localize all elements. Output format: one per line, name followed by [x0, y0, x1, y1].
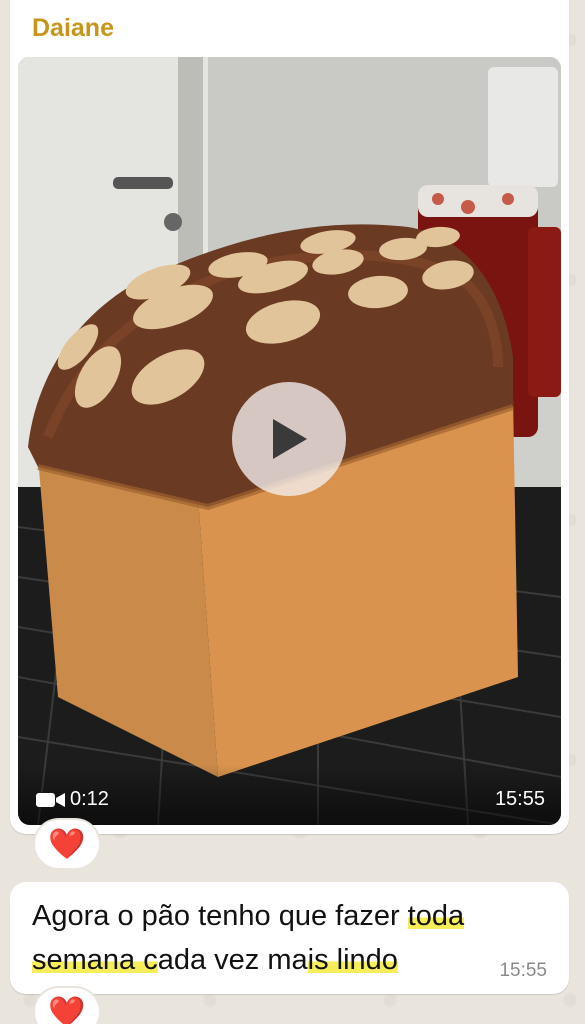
message-text-line-2: semana cada vez mais lindo — [32, 944, 398, 977]
highlighted-text: is lindo — [307, 944, 398, 976]
play-icon — [273, 419, 307, 459]
message-timestamp: 15:55 — [494, 788, 545, 810]
video-camera-icon — [36, 792, 65, 807]
message-text-segment: ada vez ma — [157, 944, 308, 976]
video-duration: 0:12 — [36, 788, 109, 811]
highlighted-text: toda — [407, 900, 465, 932]
video-thumbnail[interactable]: 0:12 15:55 — [18, 57, 561, 825]
sender-name[interactable]: Daiane — [32, 14, 114, 43]
highlighted-text: semana c — [32, 944, 158, 976]
text-message-bubble[interactable]: Agora o pão tenho que fazer toda semana … — [10, 882, 569, 994]
play-button[interactable] — [232, 382, 346, 496]
reaction-badge[interactable]: ❤️ — [33, 818, 101, 870]
video-message-bubble[interactable]: Daiane 0:12 15:55 — [10, 0, 569, 834]
video-duration-text: 0:12 — [70, 788, 109, 810]
heart-icon: ❤️ — [48, 827, 86, 861]
message-text-line-1: Agora o pão tenho que fazer toda — [32, 900, 465, 933]
reaction-badge[interactable]: ❤️ — [33, 986, 101, 1024]
message-timestamp: 15:55 — [499, 960, 547, 981]
message-text-segment: Agora o pão tenho que fazer — [32, 900, 408, 932]
heart-icon: ❤️ — [48, 995, 86, 1024]
